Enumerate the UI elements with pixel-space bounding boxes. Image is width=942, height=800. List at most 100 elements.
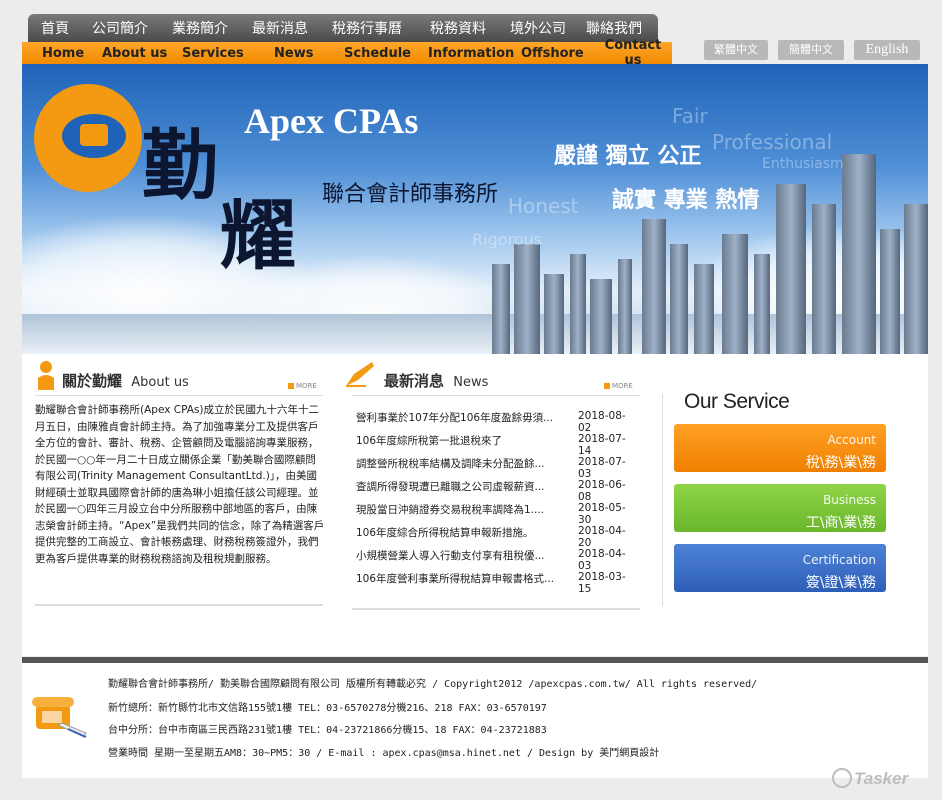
building — [492, 264, 510, 354]
building — [904, 204, 928, 354]
footer-copyright: 勤耀聯合會計師事務所/ 勤美聯合國際顧問有限公司 版權所有轉載必究 / Copy… — [108, 679, 758, 690]
nav-schedule[interactable]: Schedule — [344, 46, 411, 61]
nav-home-zh[interactable]: 首頁 — [41, 18, 69, 38]
hero-banner: 勤 耀 Apex CPAs 聯合會計師事務所 Fair Professional… — [22, 64, 928, 354]
service-certification-zh: 簽\證\業\務 — [805, 575, 876, 591]
building — [694, 264, 714, 354]
nav-offshore[interactable]: Offshore — [521, 46, 584, 61]
nav-information[interactable]: Information — [428, 46, 514, 61]
service-business-en: Business — [823, 493, 876, 507]
service-account-en: Account — [827, 433, 876, 447]
nav-about-zh[interactable]: 公司簡介 — [92, 18, 148, 38]
top-nav-chinese: 首頁 公司簡介 業務簡介 最新消息 稅務行事曆 稅務資料 境外公司 聯絡我們 — [28, 14, 658, 42]
service-business-button[interactable]: Business 工\商\業\務 — [674, 484, 886, 532]
news-title: 最新消息 News — [384, 370, 488, 391]
news-divider — [352, 395, 640, 396]
person-icon — [36, 360, 56, 390]
lang-traditional-button[interactable]: 繁體中文 — [704, 40, 768, 60]
building — [880, 229, 900, 354]
nav-about[interactable]: About us — [102, 46, 167, 61]
nav-schedule-zh[interactable]: 稅務行事曆 — [332, 18, 402, 38]
nav-services[interactable]: Services — [182, 46, 244, 61]
ghost-word: Professional — [712, 130, 833, 154]
slogan-line-2: 誠實 專業 熱情 — [612, 188, 760, 213]
lang-english-button[interactable]: English — [854, 40, 920, 60]
footer-hsinchu-address: 新竹總所：新竹縣竹北市文信路155號1樓 TEL：03-6570278分機216… — [108, 703, 547, 714]
about-text: 勤耀聯合會計師事務所(Apex CPAs)成立於民國九十六年十二月五日，由陳雅貞… — [35, 404, 325, 565]
footer-taichung-address: 台中分所：台中市南區三民西路231號1樓 TEL：04-23721866分機15… — [108, 725, 547, 736]
service-business-zh: 工\商\業\務 — [805, 515, 876, 531]
service-account-button[interactable]: Account 稅\務\業\務 — [674, 424, 886, 472]
building — [514, 244, 540, 354]
news-row[interactable]: 106年度綜合所得稅結算申報新措施。 2018-04-20 — [356, 521, 636, 549]
news-row[interactable]: 小規模營業人導入行動支付享有租稅優... 2018-04-03 — [356, 544, 636, 572]
news-title-en: News — [453, 375, 489, 390]
top-nav-english: Home About us Services News Schedule Inf… — [22, 38, 672, 68]
footer: 勤耀聯合會計師事務所/ 勤美聯合國際顧問有限公司 版權所有轉載必究 / Copy… — [22, 657, 928, 778]
news-row[interactable]: 營利事業於107年分配106年度盈餘毋須... 2018-08-02 — [356, 406, 636, 434]
logo-char-qin: 勤 — [142, 121, 218, 210]
building — [754, 254, 770, 354]
news-row[interactable]: 調整營所稅稅率結構及調降未分配盈餘... 2018-07-03 — [356, 452, 636, 480]
building — [570, 254, 586, 354]
nav-home[interactable]: Home — [42, 46, 84, 61]
ghost-word: Fair — [672, 104, 708, 128]
footer-hours: 營業時間 星期一至星期五AM8：30~PM5：30 / E-mail : ape… — [108, 748, 660, 759]
nav-services-zh[interactable]: 業務簡介 — [172, 18, 228, 38]
building — [776, 184, 806, 354]
service-account-zh: 稅\務\業\務 — [805, 455, 876, 471]
nav-contact-zh[interactable]: 聯絡我們 — [586, 18, 642, 38]
news-title-link[interactable]: 106年度綜所稅第一批退稅來了 — [356, 433, 562, 448]
building — [812, 204, 836, 354]
about-more-link[interactable]: MORE — [288, 382, 317, 390]
news-title-link[interactable]: 現股當日沖銷證券交易稅稅率調降為1.... — [356, 502, 562, 517]
building — [642, 219, 666, 354]
service-certification-button[interactable]: Certification 簽\證\業\務 — [674, 544, 886, 592]
building — [670, 244, 688, 354]
logo-char-yao: 耀 — [220, 191, 296, 280]
news-title-zh: 最新消息 — [384, 372, 445, 390]
about-title-en: About us — [131, 375, 189, 390]
news-row[interactable]: 106年度綜所稅第一批退稅來了 2018-07-14 — [356, 429, 636, 457]
news-row[interactable]: 106年度營利事業所得稅結算申報書格式... 2018-03-15 — [356, 567, 636, 595]
news-row[interactable]: 現股當日沖銷證券交易稅稅率調降為1.... 2018-05-30 — [356, 498, 636, 526]
building — [722, 234, 748, 354]
column-divider — [662, 394, 663, 606]
about-title-zh: 關於勤耀 — [62, 372, 123, 390]
about-divider — [35, 395, 323, 396]
phone-icon — [28, 689, 88, 739]
apex-logo-icon-mark — [80, 124, 108, 146]
service-title: Our Service — [684, 390, 790, 413]
news-bottom-divider — [352, 608, 640, 610]
lang-simplified-button[interactable]: 簡體中文 — [778, 40, 844, 60]
ghost-word: Rigorous — [472, 230, 542, 249]
nav-offshore-zh[interactable]: 境外公司 — [510, 18, 566, 38]
about-bottom-divider — [35, 604, 323, 606]
tasker-logo-icon — [832, 768, 852, 788]
news-date: 2018-03-15 — [578, 571, 626, 595]
tasker-watermark-text: Tasker — [854, 769, 909, 788]
news-more-link[interactable]: MORE — [604, 382, 633, 390]
building — [590, 279, 612, 354]
building — [618, 259, 632, 354]
brand-name: Apex CPAs — [244, 101, 419, 141]
news-title-link[interactable]: 查調所得發現遭已離職之公司虛報薪資... — [356, 479, 562, 494]
news-title-link[interactable]: 營利事業於107年分配106年度盈餘毋須... — [356, 410, 562, 425]
ghost-word: Enthusiasm — [762, 156, 844, 172]
about-title: 關於勤耀 About us — [62, 370, 189, 391]
ghost-word: Honest — [508, 194, 579, 218]
nav-information-zh[interactable]: 稅務資料 — [430, 18, 486, 38]
building — [842, 154, 876, 354]
news-title-link[interactable]: 106年度綜合所得稅結算申報新措施。 — [356, 525, 562, 540]
news-title-link[interactable]: 小規模營業人導入行動支付享有租稅優... — [356, 548, 562, 563]
firm-name: 聯合會計師事務所 — [322, 182, 499, 207]
nav-news[interactable]: News — [274, 46, 313, 61]
news-title-link[interactable]: 106年度營利事業所得稅結算申報書格式... — [356, 571, 562, 586]
pencil-icon — [344, 360, 376, 388]
news-row[interactable]: 查調所得發現遭已離職之公司虛報薪資... 2018-06-08 — [356, 475, 636, 503]
nav-news-zh[interactable]: 最新消息 — [252, 18, 308, 38]
service-certification-en: Certification — [802, 553, 876, 567]
tasker-watermark: Tasker — [832, 768, 908, 789]
slogan-line-1: 嚴謹 獨立 公正 — [554, 144, 702, 169]
news-title-link[interactable]: 調整營所稅稅率結構及調降未分配盈餘... — [356, 456, 562, 471]
